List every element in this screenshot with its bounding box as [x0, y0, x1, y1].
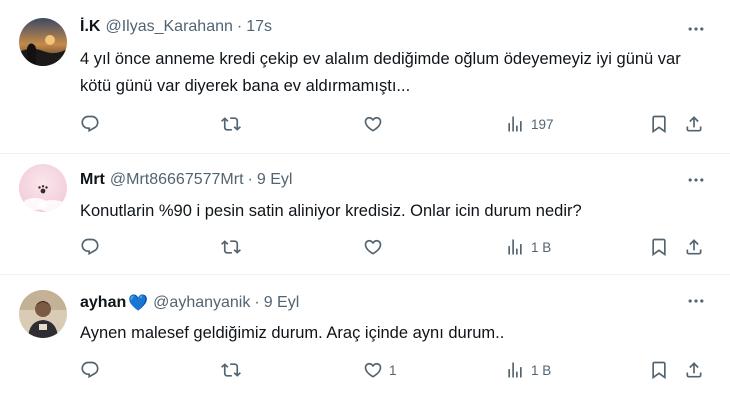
retweet-button[interactable]	[221, 114, 247, 134]
views-icon	[505, 114, 525, 134]
like-button[interactable]	[363, 237, 389, 257]
timestamp[interactable]: 17s	[246, 18, 272, 36]
more-icon[interactable]	[684, 168, 708, 192]
share-icon	[684, 360, 704, 380]
tweet-header: ayhan 💙 @ayhanyanik · 9 Eyl	[80, 293, 299, 313]
separator: ·	[236, 18, 243, 35]
bookmark-button[interactable]	[649, 360, 669, 380]
like-button[interactable]	[363, 114, 389, 134]
avatar[interactable]	[19, 164, 67, 212]
view-count: 1 B	[531, 362, 552, 378]
tweet[interactable]: ayhan 💙 @ayhanyanik · 9 Eyl Aynen malese…	[0, 275, 730, 395]
views-button[interactable]: 197	[505, 114, 554, 134]
more-icon[interactable]	[684, 289, 708, 313]
bookmark-icon	[649, 114, 669, 134]
reply-icon	[80, 114, 100, 134]
handle[interactable]: @ayhanyanik	[153, 294, 250, 312]
tweet[interactable]: Mrt @Mrt86667577Mrt · 9 Eyl Konutlarin %…	[0, 154, 730, 272]
reply-button[interactable]	[80, 114, 106, 134]
display-name[interactable]: Mrt	[80, 171, 105, 189]
bookmark-button[interactable]	[649, 114, 669, 134]
reply-button[interactable]	[80, 237, 106, 257]
avatar[interactable]	[19, 18, 67, 66]
retweet-button[interactable]	[221, 360, 247, 380]
like-count: 1	[389, 362, 397, 378]
tweet-header: İ.K @Ilyas_Karahann · 17s	[80, 18, 272, 36]
share-icon	[684, 114, 704, 134]
retweet-button[interactable]	[221, 237, 247, 257]
bookmark-icon	[649, 237, 669, 257]
more-icon[interactable]	[684, 17, 708, 41]
reply-icon	[80, 360, 100, 380]
like-icon	[363, 360, 383, 380]
display-name[interactable]: İ.K	[80, 18, 100, 36]
verified-heart-emoji: 💙	[128, 295, 149, 312]
bookmark-icon	[649, 360, 669, 380]
tweet[interactable]: İ.K @Ilyas_Karahann · 17s 4 yıl önce ann…	[0, 0, 730, 150]
display-name[interactable]: ayhan	[80, 294, 126, 312]
tweet-text: 4 yıl önce anneme kredi çekip ev alalım …	[80, 50, 681, 95]
reply-feed: İ.K @Ilyas_Karahann · 17s 4 yıl önce ann…	[0, 0, 730, 420]
views-icon	[505, 360, 525, 380]
views-button[interactable]: 1 B	[505, 237, 551, 257]
share-button[interactable]	[684, 237, 704, 257]
share-icon	[684, 237, 704, 257]
tweet-header: Mrt @Mrt86667577Mrt · 9 Eyl	[80, 171, 292, 189]
share-button[interactable]	[684, 360, 704, 380]
tweet-text: Konutlarin %90 i pesin satin aliniyor kr…	[80, 202, 582, 220]
like-button[interactable]: 1	[363, 360, 397, 380]
like-icon	[363, 237, 383, 257]
timestamp[interactable]: 9 Eyl	[257, 171, 293, 189]
bookmark-button[interactable]	[649, 237, 669, 257]
retweet-icon	[221, 360, 241, 380]
retweet-icon	[221, 114, 241, 134]
separator: ·	[254, 294, 260, 311]
retweet-icon	[221, 237, 241, 257]
reply-button[interactable]	[80, 360, 106, 380]
reply-icon	[80, 237, 100, 257]
handle[interactable]: @Mrt86667577Mrt	[110, 171, 244, 189]
avatar[interactable]	[19, 290, 67, 338]
views-button[interactable]: 1 B	[505, 360, 551, 380]
view-count: 1 B	[531, 239, 552, 255]
views-icon	[505, 237, 525, 257]
tweet-text: Aynen malesef geldiğimiz durum. Araç içi…	[80, 324, 505, 342]
like-icon	[363, 114, 383, 134]
share-button[interactable]	[684, 114, 704, 134]
handle[interactable]: @Ilyas_Karahann	[105, 18, 232, 36]
view-count: 197	[531, 116, 554, 132]
separator: ·	[247, 171, 253, 188]
timestamp[interactable]: 9 Eyl	[264, 294, 300, 312]
